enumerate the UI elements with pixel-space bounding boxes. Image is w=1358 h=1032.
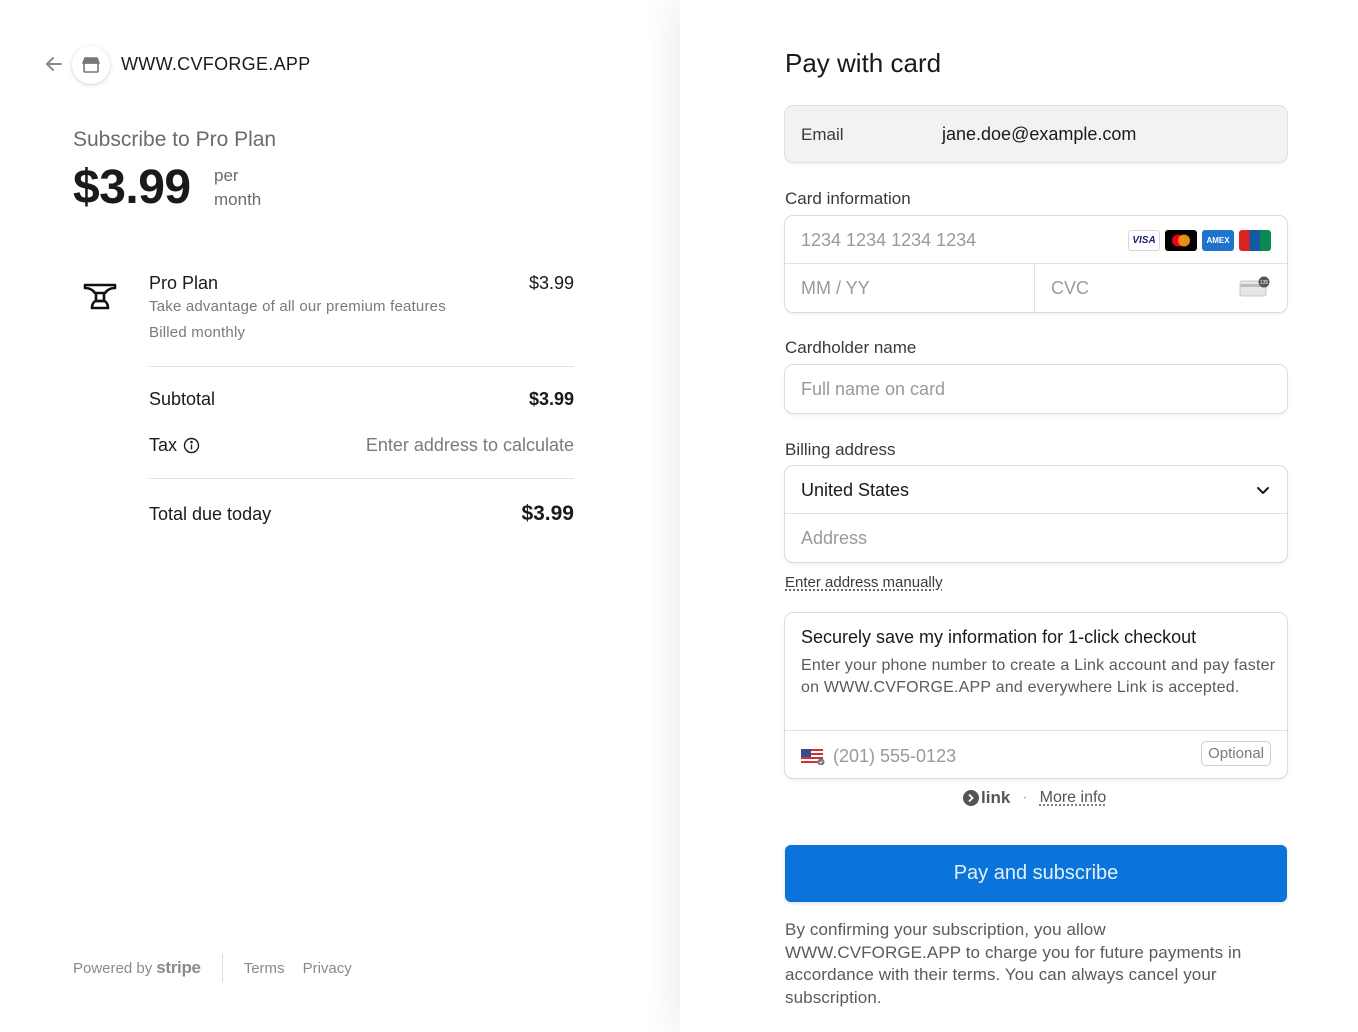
cvc-cell: 135: [1035, 264, 1287, 312]
price-amount: $3.99: [73, 161, 191, 214]
visa-icon: VISA: [1128, 230, 1160, 251]
divider: [149, 366, 574, 367]
card-info-label: Card information: [785, 189, 911, 208]
pay-and-subscribe-button[interactable]: Pay and subscribe: [785, 845, 1287, 902]
enter-address-manually-link[interactable]: Enter address manually: [785, 574, 943, 591]
address-row: [785, 514, 1287, 562]
price-interval-line1: per: [214, 166, 239, 185]
link-footer: link · More info: [963, 788, 1106, 808]
us-flag-icon[interactable]: [801, 749, 825, 765]
payment-title: Pay with card: [785, 48, 942, 78]
email-label: Email: [801, 125, 844, 144]
info-icon[interactable]: [183, 437, 200, 454]
cardholder-input[interactable]: [801, 379, 1101, 400]
plan-description: Take advantage of all our premium featur…: [149, 298, 446, 315]
back-arrow-icon[interactable]: [42, 52, 66, 76]
dot-separator: ·: [1022, 789, 1028, 806]
link-logo-text: link: [981, 788, 1011, 807]
subscribe-title: Subscribe to Pro Plan: [73, 128, 277, 151]
link-save-description: Enter your phone number to create a Link…: [801, 657, 1276, 696]
card-expiry-cvc-row: 135: [785, 264, 1287, 312]
cardholder-label: Cardholder name: [785, 338, 917, 357]
more-info-link[interactable]: More info: [1040, 789, 1107, 807]
link-save-title: Securely save my information for 1-click…: [801, 627, 1197, 647]
store-icon[interactable]: [72, 46, 110, 84]
phone-input[interactable]: [833, 746, 1133, 767]
cardholder-row: [785, 365, 1287, 413]
divider: [149, 478, 574, 479]
country-select[interactable]: United States: [785, 466, 1287, 514]
subtotal-value: $3.99: [528, 389, 574, 409]
card-info-group: VISA AMEX 135: [785, 216, 1287, 312]
footer: Powered by stripe Terms Privacy: [73, 954, 370, 982]
plan-name: Pro Plan: [149, 273, 219, 293]
expiry-input[interactable]: [801, 278, 1001, 299]
expiry-cell: [785, 264, 1035, 312]
mastercard-icon: [1165, 230, 1197, 251]
tax-label: Tax: [149, 435, 178, 455]
stripe-logo[interactable]: stripe: [156, 958, 201, 978]
powered-by-text: Powered by: [73, 959, 153, 977]
tax-label-row: Tax: [149, 435, 200, 456]
cardholder-group: [785, 365, 1287, 413]
cvc-card-icon: 135: [1239, 276, 1270, 297]
price-interval-line2: month: [214, 190, 262, 209]
amex-icon: AMEX: [1202, 230, 1234, 251]
plan-price: $3.99: [528, 273, 574, 293]
card-number-input[interactable]: [801, 230, 1101, 251]
order-summary-panel: WWW.CVFORGE.APP Subscribe to Pro Plan $3…: [0, 0, 680, 1032]
link-logo-icon: [963, 790, 979, 806]
email-value[interactable]: jane.doe@example.com: [942, 124, 1136, 145]
address-input[interactable]: [801, 528, 1101, 549]
payment-panel: Pay with card Email jane.doe@example.com…: [680, 0, 1358, 1032]
chevron-down-icon: [1257, 487, 1269, 494]
plan-billing-frequency: Billed monthly: [149, 324, 246, 341]
billing-label: Billing address: [785, 440, 896, 459]
subscription-disclaimer: By confirming your subscription, you all…: [785, 920, 1242, 1007]
anvil-icon: [83, 283, 117, 310]
unionpay-icon: [1239, 230, 1271, 251]
optional-badge: Optional: [1201, 741, 1271, 766]
card-number-row: VISA AMEX: [785, 216, 1287, 264]
svg-text:135: 135: [1260, 280, 1269, 286]
tax-value: Enter address to calculate: [365, 435, 574, 455]
total-label: Total due today: [149, 504, 272, 524]
total-value: $3.99: [521, 502, 574, 525]
email-field[interactable]: Email jane.doe@example.com: [785, 106, 1287, 162]
price-interval: per month: [214, 164, 261, 212]
billing-group: United States: [785, 466, 1287, 562]
footer-divider: [221, 954, 223, 982]
privacy-link[interactable]: Privacy: [303, 960, 352, 977]
cvc-input[interactable]: [1051, 278, 1211, 299]
divider: [785, 730, 1287, 731]
link-logo: link: [963, 788, 1010, 808]
country-value: United States: [801, 480, 910, 500]
link-save-box: Securely save my information for 1-click…: [785, 613, 1287, 778]
merchant-name[interactable]: WWW.CVFORGE.APP: [121, 54, 311, 75]
terms-link[interactable]: Terms: [244, 960, 285, 977]
card-brands: VISA AMEX: [1128, 230, 1271, 251]
subtotal-label: Subtotal: [149, 389, 216, 409]
